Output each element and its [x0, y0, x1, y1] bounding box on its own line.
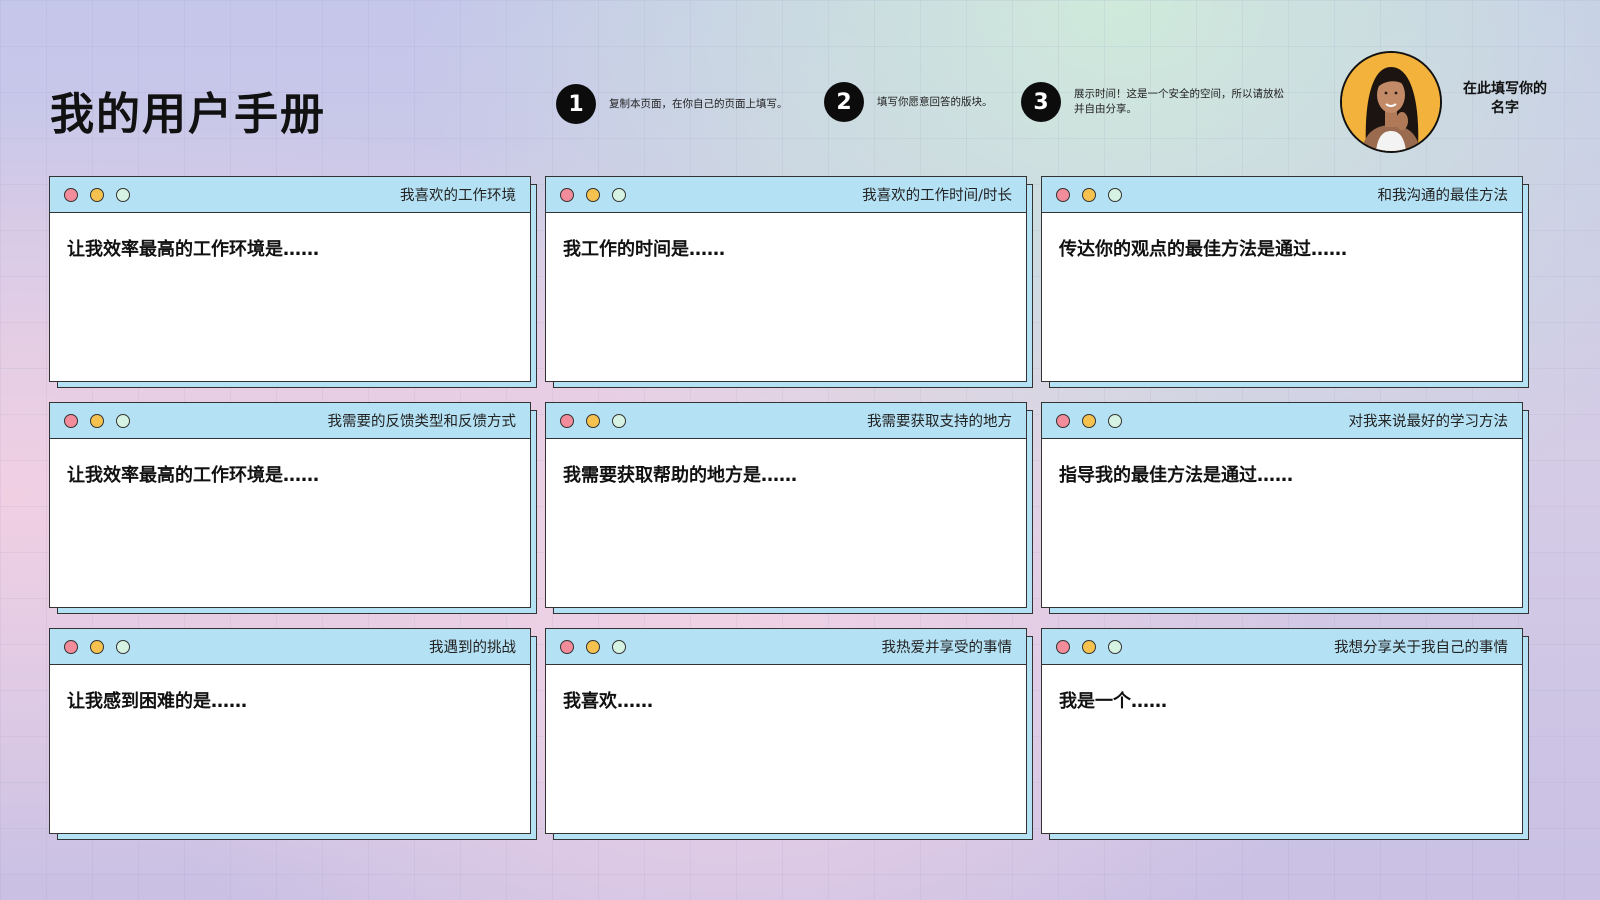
- card-window: 我遇到的挑战 让我感到困难的是……: [49, 628, 531, 834]
- card-feedback: 我需要的反馈类型和反馈方式 让我效率最高的工作环境是……: [49, 402, 537, 614]
- card-title-bar: 我想分享关于我自己的事情: [1042, 629, 1522, 665]
- card-title-bar: 我需要的反馈类型和反馈方式: [50, 403, 530, 439]
- card-title-bar: 我热爱并享受的事情: [546, 629, 1026, 665]
- card-title: 对我来说最好的学习方法: [1348, 414, 1509, 430]
- card-title-bar: 我喜欢的工作时间/时长: [546, 177, 1026, 213]
- avatar: [1340, 51, 1442, 153]
- card-title-bar: 对我来说最好的学习方法: [1042, 403, 1522, 439]
- close-dot-icon: [560, 639, 574, 654]
- minimize-dot-icon: [586, 639, 600, 654]
- card-window: 我需要获取支持的地方 我需要获取帮助的地方是……: [545, 402, 1027, 608]
- maximize-dot-icon: [116, 413, 130, 428]
- minimize-dot-icon: [1082, 413, 1096, 428]
- step-1: 1 复制本页面，在你自己的页面上填写。: [556, 84, 809, 124]
- close-dot-icon: [1056, 639, 1070, 654]
- step-number-badge: 1: [556, 84, 596, 124]
- maximize-dot-icon: [116, 639, 130, 654]
- card-prompt[interactable]: 我喜欢……: [546, 665, 1026, 713]
- card-title: 我喜欢的工作环境: [400, 188, 516, 204]
- card-communication: 和我沟通的最佳方法 传达你的观点的最佳方法是通过……: [1041, 176, 1529, 388]
- card-challenges: 我遇到的挑战 让我感到困难的是……: [49, 628, 537, 840]
- card-learning: 对我来说最好的学习方法 指导我的最佳方法是通过……: [1041, 402, 1529, 614]
- close-dot-icon: [1056, 187, 1070, 202]
- minimize-dot-icon: [586, 413, 600, 428]
- card-title-bar: 我喜欢的工作环境: [50, 177, 530, 213]
- card-title-bar: 和我沟通的最佳方法: [1042, 177, 1522, 213]
- card-title-bar: 我遇到的挑战: [50, 629, 530, 665]
- card-title: 我遇到的挑战: [429, 640, 516, 656]
- maximize-dot-icon: [116, 187, 130, 202]
- card-prompt[interactable]: 我是一个……: [1042, 665, 1522, 713]
- maximize-dot-icon: [612, 187, 626, 202]
- step-number-badge: 2: [824, 82, 864, 122]
- card-window: 和我沟通的最佳方法 传达你的观点的最佳方法是通过……: [1041, 176, 1523, 382]
- card-window: 我喜欢的工作环境 让我效率最高的工作环境是……: [49, 176, 531, 382]
- card-title: 我喜欢的工作时间/时长: [862, 188, 1012, 204]
- card-title: 我热爱并享受的事情: [881, 640, 1013, 656]
- card-title: 我想分享关于我自己的事情: [1334, 640, 1508, 656]
- portrait-photo: [1342, 53, 1440, 151]
- close-dot-icon: [64, 639, 78, 654]
- card-work-environment: 我喜欢的工作环境 让我效率最高的工作环境是……: [49, 176, 537, 388]
- card-window: 我喜欢的工作时间/时长 我工作的时间是……: [545, 176, 1027, 382]
- card-prompt[interactable]: 让我效率最高的工作环境是……: [50, 439, 530, 487]
- page-title: 我的用户手册: [50, 89, 326, 140]
- minimize-dot-icon: [586, 187, 600, 202]
- step-text: 展示时间！这是一个安全的空间，所以请放松并自由分享。: [1074, 88, 1284, 115]
- minimize-dot-icon: [90, 639, 104, 654]
- close-dot-icon: [560, 413, 574, 428]
- close-dot-icon: [64, 187, 78, 202]
- maximize-dot-icon: [612, 413, 626, 428]
- card-passions: 我热爱并享受的事情 我喜欢……: [545, 628, 1033, 840]
- maximize-dot-icon: [1108, 187, 1122, 202]
- card-prompt[interactable]: 我工作的时间是……: [546, 213, 1026, 261]
- card-title: 我需要获取支持的地方: [867, 414, 1012, 430]
- card-about-me: 我想分享关于我自己的事情 我是一个……: [1041, 628, 1529, 840]
- card-work-hours: 我喜欢的工作时间/时长 我工作的时间是……: [545, 176, 1033, 388]
- card-prompt[interactable]: 让我效率最高的工作环境是……: [50, 213, 530, 261]
- close-dot-icon: [64, 413, 78, 428]
- step-text: 复制本页面，在你自己的页面上填写。: [609, 97, 788, 110]
- card-support: 我需要获取支持的地方 我需要获取帮助的地方是……: [545, 402, 1033, 614]
- step-text: 填写你愿意回答的版块。: [877, 95, 993, 108]
- card-window: 我需要的反馈类型和反馈方式 让我效率最高的工作环境是……: [49, 402, 531, 608]
- maximize-dot-icon: [1108, 413, 1122, 428]
- card-window: 我想分享关于我自己的事情 我是一个……: [1041, 628, 1523, 834]
- minimize-dot-icon: [1082, 639, 1096, 654]
- card-prompt[interactable]: 传达你的观点的最佳方法是通过……: [1042, 213, 1522, 261]
- close-dot-icon: [1056, 413, 1070, 428]
- step-number-badge: 3: [1021, 82, 1061, 122]
- maximize-dot-icon: [612, 639, 626, 654]
- minimize-dot-icon: [1082, 187, 1096, 202]
- card-title-bar: 我需要获取支持的地方: [546, 403, 1026, 439]
- card-window: 我热爱并享受的事情 我喜欢……: [545, 628, 1027, 834]
- card-prompt[interactable]: 我需要获取帮助的地方是……: [546, 439, 1026, 487]
- name-field[interactable]: 在此填写你的名字: [1460, 80, 1550, 118]
- maximize-dot-icon: [1108, 639, 1122, 654]
- card-prompt[interactable]: 指导我的最佳方法是通过……: [1042, 439, 1522, 487]
- card-window: 对我来说最好的学习方法 指导我的最佳方法是通过……: [1041, 402, 1523, 608]
- minimize-dot-icon: [90, 413, 104, 428]
- card-title: 和我沟通的最佳方法: [1377, 188, 1509, 204]
- step-3: 3 展示时间！这是一个安全的空间，所以请放松并自由分享。: [1021, 82, 1292, 122]
- minimize-dot-icon: [90, 187, 104, 202]
- card-title: 我需要的反馈类型和反馈方式: [327, 414, 517, 430]
- step-2: 2 填写你愿意回答的版块。: [824, 82, 1017, 122]
- close-dot-icon: [560, 187, 574, 202]
- card-prompt[interactable]: 让我感到困难的是……: [50, 665, 530, 713]
